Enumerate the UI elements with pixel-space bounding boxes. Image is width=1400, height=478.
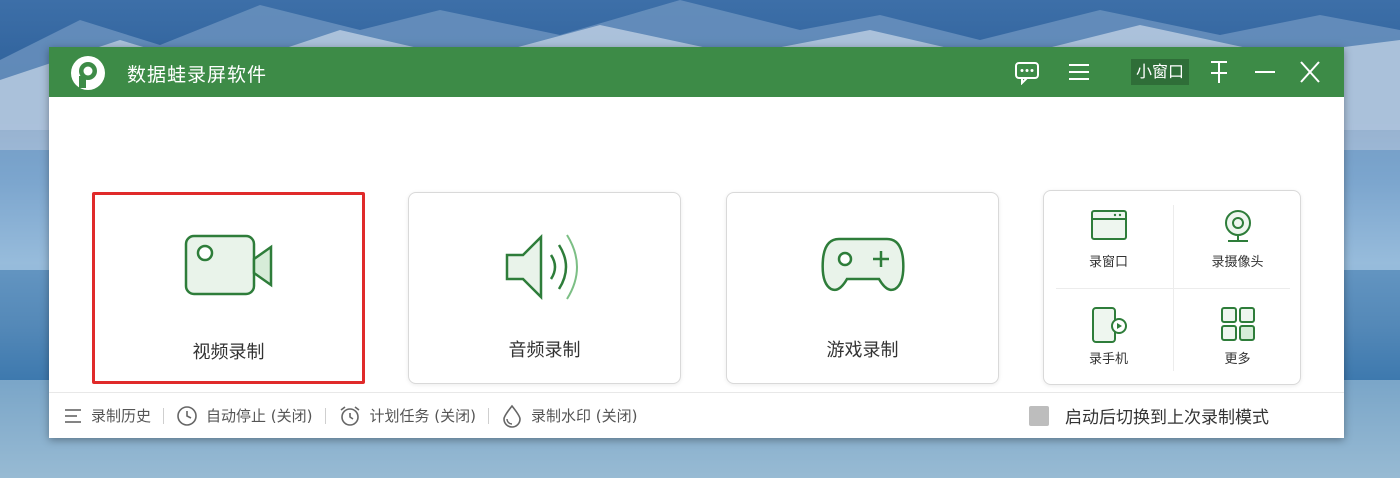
- close-icon[interactable]: [1296, 59, 1324, 85]
- record-phone-label: 录手机: [1088, 352, 1128, 367]
- webcam-icon: [1224, 210, 1251, 242]
- record-phone-button[interactable]: 录手机: [1044, 288, 1173, 385]
- more-modes-panel: 录窗口 录摄像头 录手机 更多: [1043, 190, 1301, 385]
- app-window: 数据蛙录屏软件 小窗口 视频录制 音频录制 游戏录制 录窗口 录摄像头 录手机 …: [49, 47, 1344, 438]
- record-webcam-label: 录摄像头: [1211, 255, 1264, 270]
- record-history-label: 录制历史: [91, 407, 152, 425]
- video-camera-icon: [184, 234, 272, 296]
- game-record-label: 游戏录制: [826, 340, 899, 361]
- main-content: 视频录制 音频录制 游戏录制 录窗口 录摄像头 录手机 更多 启动后切换到上次录…: [49, 97, 1344, 428]
- feedback-chat-icon[interactable]: [1013, 59, 1041, 85]
- more-button[interactable]: 更多: [1173, 288, 1302, 385]
- clock-icon: [177, 405, 197, 426]
- watermark-button[interactable]: 录制水印 (关闭): [501, 404, 637, 428]
- app-logo-icon: [71, 56, 105, 90]
- pin-icon[interactable]: [1205, 59, 1233, 85]
- title-bar: 数据蛙录屏软件 小窗口: [49, 47, 1344, 97]
- gamepad-icon: [820, 237, 905, 292]
- grid-icon: [1220, 307, 1255, 341]
- watermark-drop-icon: [503, 404, 521, 428]
- record-webcam-button[interactable]: 录摄像头: [1173, 191, 1302, 288]
- minimize-icon[interactable]: [1251, 59, 1279, 85]
- app-title: 数据蛙录屏软件: [127, 64, 268, 86]
- video-record-label: 视频录制: [192, 342, 265, 363]
- phone-icon: [1091, 307, 1127, 343]
- footer-separator: [163, 407, 165, 424]
- more-label: 更多: [1224, 352, 1251, 367]
- game-record-card[interactable]: 游戏录制: [726, 192, 999, 384]
- mini-window-button[interactable]: 小窗口: [1131, 59, 1190, 85]
- footer-separator: [324, 407, 326, 424]
- window-icon: [1090, 210, 1127, 240]
- watermark-label: 录制水印 (关闭): [530, 407, 638, 425]
- scheduled-task-button[interactable]: 计划任务 (关闭): [338, 405, 476, 427]
- footer-bar: 录制历史 自动停止 (关闭) 计划任务 (关闭) 录制水印 (关闭): [49, 392, 1344, 438]
- menu-icon[interactable]: [1065, 59, 1093, 85]
- scheduled-task-label: 计划任务 (关闭): [369, 407, 476, 425]
- auto-stop-button[interactable]: 自动停止 (关闭): [176, 405, 313, 427]
- video-record-card[interactable]: 视频录制: [92, 192, 365, 384]
- list-icon: [65, 408, 81, 423]
- alarm-icon: [340, 405, 359, 426]
- speaker-icon: [505, 233, 578, 301]
- record-window-button[interactable]: 录窗口: [1044, 191, 1173, 288]
- audio-record-card[interactable]: 音频录制: [408, 192, 681, 384]
- record-history-button[interactable]: 录制历史: [63, 405, 151, 426]
- audio-record-label: 音频录制: [508, 340, 581, 361]
- footer-separator: [487, 407, 489, 424]
- record-window-label: 录窗口: [1088, 255, 1128, 270]
- auto-stop-label: 自动停止 (关闭): [206, 407, 313, 425]
